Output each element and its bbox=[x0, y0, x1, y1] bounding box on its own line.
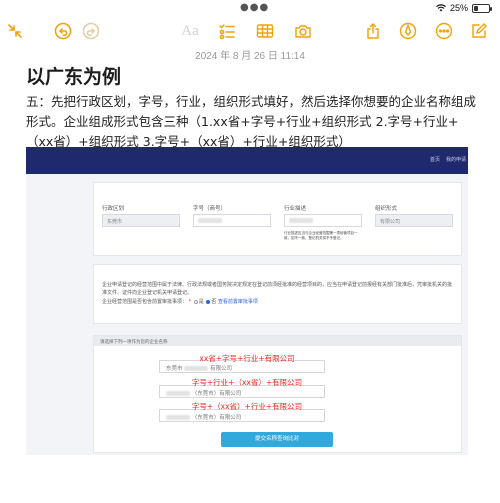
option-2-suffix: （东莞市）有限公司 bbox=[191, 391, 242, 397]
nav-link-home: 首页 bbox=[430, 157, 441, 163]
option-3-annotation: 字号+（xx省）+行业+有限公司 bbox=[191, 402, 303, 411]
share-icon[interactable] bbox=[362, 20, 384, 42]
note-date: 2024 年 8 月 26 日 11:14 bbox=[195, 51, 305, 62]
camera-icon[interactable] bbox=[292, 20, 314, 42]
region-label: 行政区划 bbox=[102, 206, 125, 212]
option-1-prefix: 东莞市 bbox=[166, 366, 183, 372]
battery-icon bbox=[472, 3, 492, 13]
blurred-brand bbox=[198, 218, 222, 223]
battery-percent: 25% bbox=[449, 3, 468, 13]
note-body[interactable]: 五：先把行政区划，字号，行业，组织形式填好，然后选择你想要的企业名称组成形式。企… bbox=[26, 92, 476, 152]
more-dots-icon[interactable]: ●●● bbox=[240, 3, 269, 13]
collapse-icon[interactable] bbox=[4, 20, 26, 42]
radio-no[interactable] bbox=[206, 299, 211, 304]
option-3-suffix: （东莞市）有限公司 bbox=[191, 415, 242, 421]
selection-header: 请选择下列一项作为您的企业名称 bbox=[94, 336, 461, 346]
note-title[interactable]: 以广东为例 bbox=[26, 62, 121, 89]
compose-icon[interactable] bbox=[468, 20, 490, 42]
brand-label: 字号（商号） bbox=[193, 206, 227, 212]
option-2-annotation: 字号+行业+（xx省）+有限公司 bbox=[191, 378, 303, 387]
org-form-field[interactable]: 有限公司 bbox=[375, 214, 453, 227]
battery-fill bbox=[474, 5, 478, 11]
radio-yes[interactable] bbox=[193, 299, 198, 304]
question-text: 企业经营范围是否包含前置审批事项： bbox=[102, 299, 188, 305]
notes-toolbar: Aa bbox=[0, 20, 500, 44]
status-bar: ●●● 25% bbox=[0, 0, 500, 16]
option-1-annotation: xx省+字号+行业+有限公司 bbox=[199, 354, 295, 363]
form-nav-bar: 首页 我的申请 bbox=[26, 147, 468, 174]
more-icon[interactable] bbox=[433, 20, 455, 42]
checklist-icon[interactable] bbox=[216, 20, 238, 42]
brand-field[interactable] bbox=[193, 214, 271, 227]
blurred-name-3 bbox=[166, 415, 190, 420]
embedded-form-screenshot[interactable]: 首页 我的申请 行政区划 东莞市 字号（商号） 行业描述 行业描述应当与企业经营… bbox=[26, 147, 468, 455]
industry-note: 行业描述应当与企业经营范围第一项经营项目一致，如不一致，登记机关将不予登记。 bbox=[284, 231, 358, 240]
wifi-icon bbox=[436, 4, 446, 12]
submit-name-check-button[interactable]: 提交名称查询比对 bbox=[221, 432, 333, 447]
undo-icon[interactable] bbox=[52, 20, 74, 42]
radio-yes-label: 是 bbox=[198, 299, 204, 305]
markup-pen-icon[interactable] bbox=[397, 20, 419, 42]
text-format-icon[interactable]: Aa bbox=[179, 20, 201, 42]
name-fields-card: 行政区划 东莞市 字号（商号） 行业描述 行业描述应当与企业经营范围第一项经营项… bbox=[93, 182, 462, 256]
industry-label: 行业描述 bbox=[284, 206, 307, 212]
table-icon[interactable] bbox=[254, 20, 276, 42]
approval-info-text: 企业申请登记的经营范围中属于法律、行政法规或者国务院决定规定在登记前须经批准的经… bbox=[102, 282, 453, 296]
blurred-industry bbox=[289, 218, 313, 223]
region-field[interactable]: 东莞市 bbox=[102, 214, 180, 227]
approval-info-card: 企业申请登记的经营范围中属于法律、行政法规或者国务院决定规定在登记前须经批准的经… bbox=[93, 264, 462, 324]
nav-link-my-applications: 我的申请 bbox=[446, 157, 467, 163]
view-approval-items-link[interactable]: 查看前置审批事项 bbox=[218, 299, 258, 305]
prior-approval-question: 企业经营范围是否包含前置审批事项： * 是 否 查看前置审批事项 bbox=[102, 299, 258, 305]
redo-icon[interactable] bbox=[80, 20, 102, 42]
blurred-name-2 bbox=[166, 391, 190, 396]
option-1-suffix: 有限公司 bbox=[210, 366, 233, 372]
blurred-name-1 bbox=[184, 366, 209, 371]
radio-no-label: 否 bbox=[211, 299, 217, 305]
org-form-label: 组织形式 bbox=[375, 206, 398, 212]
battery-area: 25% bbox=[436, 3, 492, 13]
industry-field[interactable] bbox=[284, 214, 362, 227]
